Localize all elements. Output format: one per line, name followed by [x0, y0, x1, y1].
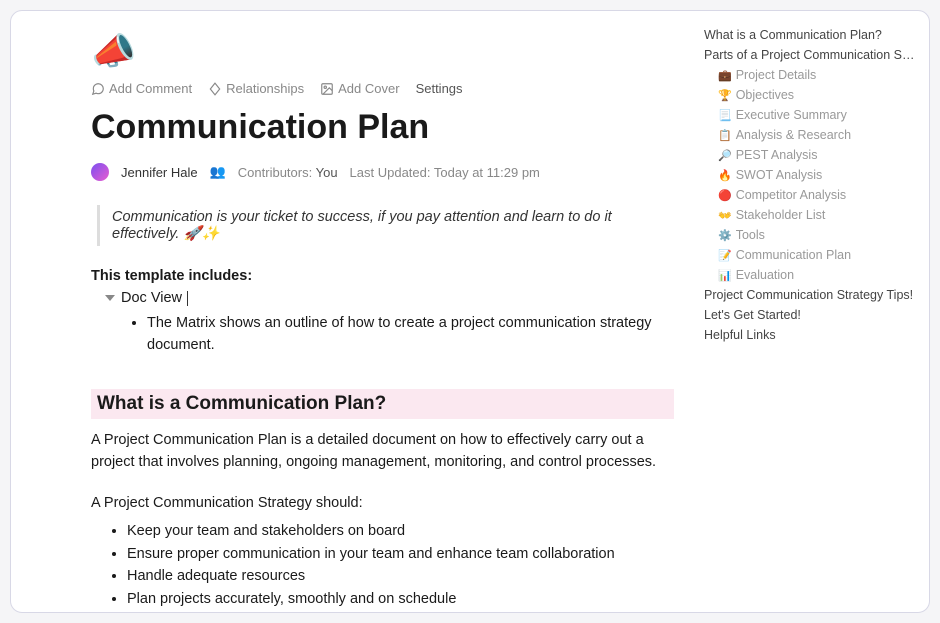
- toc-label: SWOT Analysis: [736, 168, 823, 182]
- template-includes-label[interactable]: This template includes:: [91, 268, 674, 284]
- main-content: 📣 Add Comment Relationships Add Cover Se…: [11, 11, 704, 612]
- document-container: 📣 Add Comment Relationships Add Cover Se…: [10, 10, 930, 613]
- strategy-bullet-list: Keep your team and stakeholders on board…: [91, 520, 674, 612]
- toc-item[interactable]: 📃 Executive Summary: [704, 105, 915, 125]
- toc-label: Project Details: [736, 68, 817, 82]
- relationships-icon: [208, 82, 222, 96]
- toc-label: Stakeholder List: [736, 208, 826, 222]
- toc-item[interactable]: ⚙️ Tools: [704, 225, 915, 245]
- toc-icon: 💼: [718, 69, 732, 82]
- toc-label: Project Communication Strategy Tips!: [704, 288, 913, 302]
- last-updated-field: Last Updated: Today at 11:29 pm: [350, 165, 540, 180]
- toc-label: Helpful Links: [704, 328, 776, 342]
- toc-label: PEST Analysis: [736, 148, 818, 162]
- list-item[interactable]: Maintain control of your team and manage…: [127, 610, 674, 612]
- toc-icon: 👐: [718, 209, 732, 222]
- toc-item[interactable]: 🔎 PEST Analysis: [704, 145, 915, 165]
- doc-view-label: Doc View: [121, 290, 182, 306]
- contributors-label: Contributors:: [238, 165, 312, 180]
- template-bullet-list: The Matrix shows an outline of how to cr…: [91, 312, 674, 357]
- toc-icon: 🏆: [718, 89, 732, 102]
- meta-row: Jennifer Hale 👥 Contributors: You Last U…: [91, 163, 674, 181]
- comment-icon: [91, 82, 105, 96]
- list-item[interactable]: Keep your team and stakeholders on board: [127, 520, 674, 542]
- relationships-button[interactable]: Relationships: [208, 81, 304, 96]
- contributors-value: You: [316, 165, 338, 180]
- settings-button[interactable]: Settings: [416, 81, 463, 96]
- add-comment-button[interactable]: Add Comment: [91, 81, 192, 96]
- body-paragraph[interactable]: A Project Communication Strategy should:: [91, 492, 674, 514]
- quote-block[interactable]: Communication is your ticket to success,…: [97, 205, 668, 246]
- toc-item[interactable]: 🔥 SWOT Analysis: [704, 165, 915, 185]
- toc-label: What is a Communication Plan?: [704, 28, 882, 42]
- list-item[interactable]: Plan projects accurately, smoothly and o…: [127, 588, 674, 610]
- toc-label: Let's Get Started!: [704, 308, 801, 322]
- section-heading-highlight[interactable]: What is a Communication Plan?: [91, 389, 674, 419]
- section-heading: What is a Communication Plan?: [97, 393, 668, 415]
- author-name[interactable]: Jennifer Hale: [121, 165, 198, 180]
- action-toolbar: Add Comment Relationships Add Cover Sett…: [91, 81, 674, 96]
- toc-label: Competitor Analysis: [736, 188, 846, 202]
- toc-icon: 📝: [718, 249, 732, 262]
- toc-item[interactable]: 💼 Project Details: [704, 65, 915, 85]
- toc-item[interactable]: Parts of a Project Communication St...: [704, 45, 915, 65]
- toc-label: Analysis & Research: [736, 128, 851, 142]
- text-cursor: [187, 291, 188, 306]
- toc-item[interactable]: Project Communication Strategy Tips!: [704, 285, 915, 305]
- author-avatar[interactable]: [91, 163, 109, 181]
- image-icon: [320, 82, 334, 96]
- toc-item[interactable]: 📝 Communication Plan: [704, 245, 915, 265]
- toc-item[interactable]: 🔴 Competitor Analysis: [704, 185, 915, 205]
- toc-item[interactable]: 🏆 Objectives: [704, 85, 915, 105]
- toc-label: Objectives: [736, 88, 794, 102]
- toc-label: Evaluation: [736, 268, 794, 282]
- toc-item[interactable]: 📋 Analysis & Research: [704, 125, 915, 145]
- toc-icon: 🔥: [718, 169, 732, 182]
- chevron-down-icon: [105, 295, 115, 301]
- contributors-field[interactable]: Contributors: You: [238, 165, 338, 180]
- last-updated-value: Today at 11:29 pm: [434, 165, 540, 180]
- last-updated-label: Last Updated:: [350, 165, 431, 180]
- toc-label: Parts of a Project Communication St...: [704, 48, 915, 62]
- add-cover-button[interactable]: Add Cover: [320, 81, 399, 96]
- toc-icon: 📋: [718, 129, 732, 142]
- toc-icon: ⚙️: [718, 229, 732, 242]
- toc-icon: 🔎: [718, 149, 732, 162]
- toc-icon: 📊: [718, 269, 732, 282]
- toc-item[interactable]: Helpful Links: [704, 325, 915, 345]
- toc-item[interactable]: 📊 Evaluation: [704, 265, 915, 285]
- toc-item[interactable]: 👐 Stakeholder List: [704, 205, 915, 225]
- doc-view-toggle[interactable]: Doc View: [91, 290, 674, 306]
- add-cover-label: Add Cover: [338, 81, 399, 96]
- toc-label: Tools: [736, 228, 765, 242]
- relationships-label: Relationships: [226, 81, 304, 96]
- page-title[interactable]: Communication Plan: [91, 108, 674, 147]
- toc-icon: 🔴: [718, 189, 732, 202]
- contributors-icon: 👥: [210, 164, 226, 180]
- toc-item[interactable]: Let's Get Started!: [704, 305, 915, 325]
- list-item[interactable]: Handle adequate resources: [127, 565, 674, 587]
- toc-label: Communication Plan: [736, 248, 851, 262]
- table-of-contents: What is a Communication Plan? Parts of a …: [704, 11, 929, 612]
- settings-label: Settings: [416, 81, 463, 96]
- add-comment-label: Add Comment: [109, 81, 192, 96]
- toc-label: Executive Summary: [736, 108, 847, 122]
- page-icon[interactable]: 📣: [89, 29, 137, 75]
- list-item[interactable]: Ensure proper communication in your team…: [127, 543, 674, 565]
- toc-item[interactable]: What is a Communication Plan?: [704, 25, 915, 45]
- toc-icon: 📃: [718, 109, 732, 122]
- body-paragraph[interactable]: A Project Communication Plan is a detail…: [91, 429, 674, 474]
- list-item[interactable]: The Matrix shows an outline of how to cr…: [147, 312, 674, 357]
